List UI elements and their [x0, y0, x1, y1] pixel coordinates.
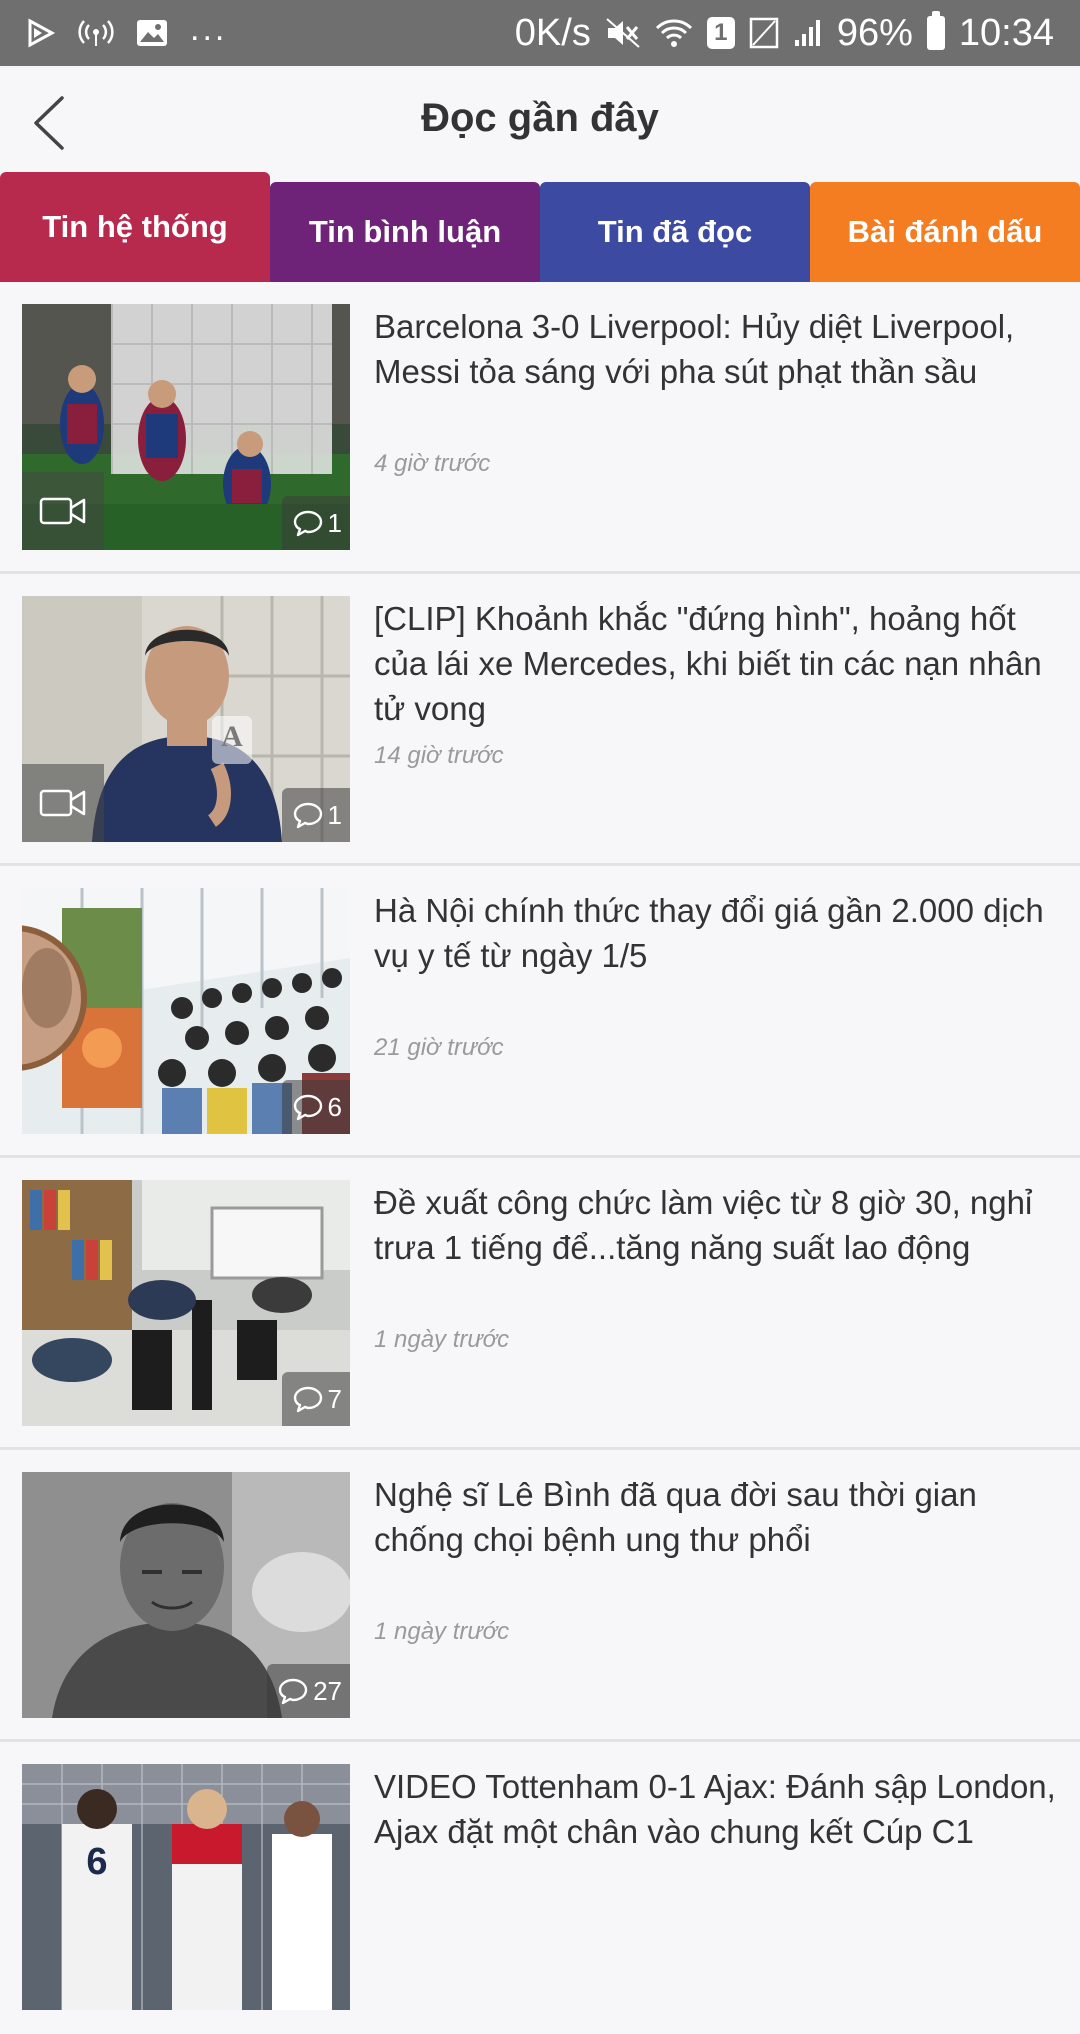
comment-count-badge: 7: [281, 1372, 350, 1426]
news-thumbnail: 27: [22, 1472, 350, 1718]
news-title[interactable]: VIDEO Tottenham 0-1 Ajax: Đánh sập Londo…: [374, 1764, 1064, 1854]
svg-text:6: 6: [86, 1841, 107, 1883]
list-item[interactable]: 6 VIDEO Tottenham 0-1 Ajax: Đánh sập Lon…: [0, 1742, 1080, 2034]
video-camera-icon: [39, 789, 86, 817]
page-title: Đọc gần đây: [421, 96, 659, 140]
news-time: 4 giờ trước: [374, 450, 491, 477]
tab-comment-news[interactable]: Tin bình luận: [270, 182, 540, 282]
news-title[interactable]: [CLIP] Khoảnh khắc "đứng hình", hoảng hố…: [374, 596, 1064, 731]
comment-count: 6: [327, 1091, 342, 1122]
clock: 10:34: [958, 11, 1054, 54]
news-time: 1 ngày trước: [374, 1326, 510, 1353]
list-item[interactable]: 27 Nghệ sĩ Lê Bình đã qua đời sau thời g…: [0, 1450, 1080, 1742]
news-title[interactable]: Nghệ sĩ Lê Bình đã qua đời sau thời gian…: [374, 1472, 1064, 1562]
comment-count-badge: 1: [281, 788, 350, 842]
hotspot-icon: [78, 18, 114, 48]
tab-bookmarked[interactable]: Bài đánh dấu: [810, 182, 1080, 282]
comment-count-badge: 1: [281, 496, 350, 550]
comment-count-badge: 27: [267, 1664, 350, 1718]
no-sim-icon: [749, 17, 779, 49]
news-time: 21 giờ trước: [374, 1034, 504, 1061]
svg-text:A: A: [221, 720, 243, 753]
news-thumbnail: 6: [22, 1764, 350, 2010]
comment-icon: [293, 1386, 322, 1413]
wifi-icon: [655, 18, 693, 48]
list-item[interactable]: 6 Hà Nội chính thức thay đổi giá gần 2.0…: [0, 866, 1080, 1158]
news-time: 1 ngày trước: [374, 1618, 510, 1645]
battery-percent: 96%: [836, 11, 913, 54]
list-item[interactable]: A 1 [CLIP] Khoảnh khắc "đứng hình", hoản…: [0, 574, 1080, 866]
news-title[interactable]: Đề xuất công chức làm việc từ 8 giờ 30, …: [374, 1180, 1064, 1270]
news-title[interactable]: Barcelona 3-0 Liverpool: Hủy diệt Liverp…: [374, 304, 1064, 394]
news-thumbnail: 1: [22, 304, 350, 550]
comment-icon: [278, 1678, 308, 1705]
news-thumbnail: 6: [22, 888, 350, 1134]
comment-count: 27: [313, 1675, 342, 1706]
mute-icon: [605, 17, 641, 49]
comment-icon: [293, 510, 322, 537]
more-notifications: ...: [190, 9, 228, 48]
status-bar: ... 0K/s 1 96% 10:34: [0, 0, 1080, 66]
comment-icon: [293, 802, 322, 829]
video-badge: [22, 764, 104, 842]
tab-read-news[interactable]: Tin đã đọc: [540, 182, 810, 282]
app-header: Đọc gần đây: [0, 66, 1080, 174]
news-thumbnail: A 1: [22, 596, 350, 842]
comment-icon: [293, 1094, 322, 1121]
gallery-icon: [136, 19, 168, 47]
signal-icon: [793, 18, 823, 48]
news-thumbnail: 7: [22, 1180, 350, 1426]
tab-system-news[interactable]: Tin hệ thống: [0, 172, 270, 282]
video-badge: [22, 472, 104, 550]
sim-indicator: 1: [706, 17, 735, 49]
news-title[interactable]: Hà Nội chính thức thay đổi giá gần 2.000…: [374, 888, 1064, 978]
battery-icon: [926, 11, 945, 50]
list-item[interactable]: 1 Barcelona 3-0 Liverpool: Hủy diệt Live…: [0, 282, 1080, 574]
comment-count: 1: [327, 799, 342, 830]
play-store-icon: [26, 18, 56, 48]
comment-count-badge: 6: [281, 1080, 350, 1134]
news-list: 1 Barcelona 3-0 Liverpool: Hủy diệt Live…: [0, 282, 1080, 2034]
comment-count: 1: [327, 507, 342, 538]
list-item[interactable]: 7 Đề xuất công chức làm việc từ 8 giờ 30…: [0, 1158, 1080, 1450]
news-time: 14 giờ trước: [374, 742, 504, 769]
video-camera-icon: [39, 497, 86, 525]
net-speed: 0K/s: [514, 11, 591, 54]
comment-count: 7: [327, 1383, 342, 1414]
category-tabs: Tin hệ thống Tin bình luận Tin đã đọc Bà…: [0, 172, 1080, 282]
